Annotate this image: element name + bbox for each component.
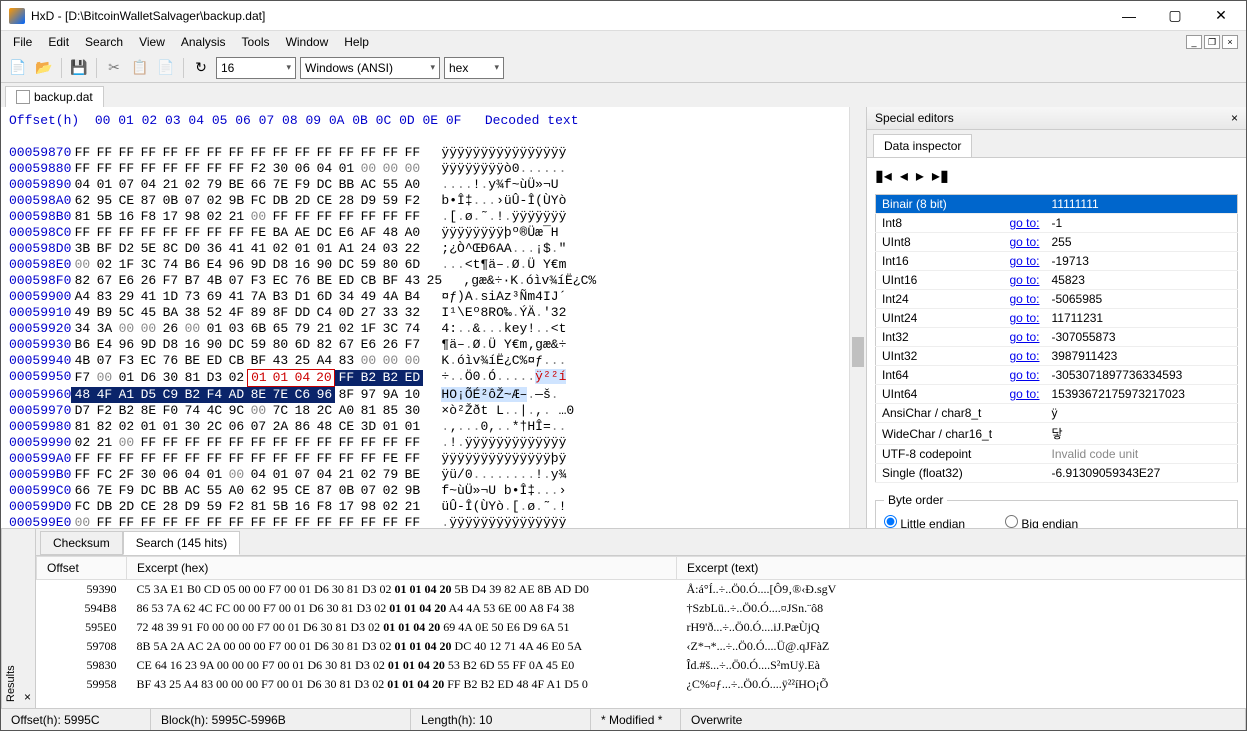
window-title: HxD - [D:\BitcoinWalletSalvager\backup.d… xyxy=(31,9,1106,23)
status-modified: * Modified * xyxy=(591,709,681,730)
menu-view[interactable]: View xyxy=(131,33,173,51)
status-offset: Offset(h): 5995C xyxy=(1,709,151,730)
bytes-per-row-combo[interactable]: 16▾ xyxy=(216,57,296,79)
byte-order-legend: Byte order xyxy=(884,493,947,507)
di-row[interactable]: WideChar / char16_t닿 xyxy=(876,423,1238,445)
titlebar: HxD - [D:\BitcoinWalletSalvager\backup.d… xyxy=(1,1,1246,31)
goto-link[interactable]: go to: xyxy=(1009,368,1039,382)
result-row[interactable]: 597088B 5A 2A AC 2A 00 00 00 F7 00 01 D6… xyxy=(37,637,1246,656)
menu-window[interactable]: Window xyxy=(278,33,337,51)
goto-link[interactable]: go to: xyxy=(1009,387,1039,401)
close-button[interactable]: ✕ xyxy=(1198,1,1244,31)
open-button[interactable]: 📂 xyxy=(33,57,55,79)
vertical-scrollbar[interactable] xyxy=(849,107,866,528)
byte-order-group: Byte order Little endian Big endian xyxy=(875,493,1238,528)
di-row[interactable]: AnsiChar / char8_tÿ xyxy=(876,404,1238,423)
menu-file[interactable]: File xyxy=(5,33,40,51)
file-tab[interactable]: backup.dat xyxy=(5,86,104,107)
cut-button[interactable]: ✂ xyxy=(103,57,125,79)
goto-link[interactable]: go to: xyxy=(1009,216,1039,230)
result-row[interactable]: 595E072 48 39 91 F0 00 00 00 F7 00 01 D6… xyxy=(37,618,1246,637)
file-icon xyxy=(16,90,30,104)
menu-search[interactable]: Search xyxy=(77,33,131,51)
goto-link[interactable]: go to: xyxy=(1009,330,1039,344)
tab-data-inspector[interactable]: Data inspector xyxy=(873,134,972,157)
menubar: FileEditSearchViewAnalysisToolsWindowHel… xyxy=(1,31,1246,53)
big-endian-radio[interactable]: Big endian xyxy=(1005,515,1078,528)
di-row[interactable]: UInt24go to:11711231 xyxy=(876,309,1238,328)
bottom-tab[interactable]: Checksum xyxy=(40,531,123,555)
save-button[interactable]: 💾 xyxy=(68,57,90,79)
result-row[interactable]: 59830CE 64 16 23 9A 00 00 00 F7 00 01 D6… xyxy=(37,656,1246,675)
result-row[interactable]: 594B886 53 7A 62 4C FC 00 00 F7 00 01 D6… xyxy=(37,599,1246,618)
menu-edit[interactable]: Edit xyxy=(40,33,77,51)
di-row[interactable]: Int32go to:-307055873 xyxy=(876,328,1238,347)
results-vertical-tab[interactable]: Results xyxy=(1,529,20,708)
goto-link[interactable]: go to: xyxy=(1009,292,1039,306)
di-row[interactable]: UInt32go to:3987911423 xyxy=(876,347,1238,366)
paste-button[interactable]: 📄 xyxy=(155,57,177,79)
di-row[interactable]: Int24go to:-5065985 xyxy=(876,290,1238,309)
di-row[interactable]: UInt16go to:45823 xyxy=(876,271,1238,290)
maximize-button[interactable]: ▢ xyxy=(1152,1,1198,31)
status-block: Block(h): 5995C-5996B xyxy=(151,709,411,730)
nav-first-icon[interactable]: ▮◂ xyxy=(875,166,892,186)
bottom-tab[interactable]: Search (145 hits) xyxy=(123,531,240,555)
hex-editor[interactable]: Offset(h) 00 01 02 03 04 05 06 07 08 09 … xyxy=(1,107,849,528)
nav-next-icon[interactable]: ▸ xyxy=(916,166,924,186)
mdi-restore-button[interactable]: ❐ xyxy=(1204,35,1220,49)
menu-tools[interactable]: Tools xyxy=(234,33,278,51)
goto-link[interactable]: go to: xyxy=(1009,311,1039,325)
mdi-close-button[interactable]: × xyxy=(1222,35,1238,49)
side-panel-title: Special editors xyxy=(875,111,954,125)
goto-link[interactable]: go to: xyxy=(1009,349,1039,363)
di-row[interactable]: UInt8go to:255 xyxy=(876,233,1238,252)
di-row[interactable]: Single (float32)-6.91309059343E27 xyxy=(876,464,1238,483)
base-combo[interactable]: hex▾ xyxy=(444,57,504,79)
charset-combo[interactable]: Windows (ANSI)▾ xyxy=(300,57,440,79)
di-row[interactable]: Int16go to:-19713 xyxy=(876,252,1238,271)
toolbar: 📄 📂 💾 ✂ 📋 📄 ↻ 16▾ Windows (ANSI)▾ hex▾ xyxy=(1,53,1246,83)
app-icon xyxy=(9,8,25,24)
di-row[interactable]: UInt64go to:15393672175973217023 xyxy=(876,385,1238,404)
di-row[interactable]: UTF-8 codepointInvalid code unit xyxy=(876,445,1238,464)
result-row[interactable]: 59390C5 3A E1 B0 CD 05 00 00 F7 00 01 D6… xyxy=(37,580,1246,600)
search-results-grid[interactable]: OffsetExcerpt (hex)Excerpt (text)59390C5… xyxy=(36,555,1246,708)
result-row[interactable]: 59958BF 43 25 A4 83 00 00 00 F7 00 01 D6… xyxy=(37,675,1246,694)
di-row[interactable]: Int8go to:-1 xyxy=(876,214,1238,233)
new-button[interactable]: 📄 xyxy=(7,57,29,79)
file-tabbar: backup.dat xyxy=(1,83,1246,107)
side-panel: Special editors × Data inspector ▮◂ ◂ ▸ … xyxy=(866,107,1246,528)
minimize-button[interactable]: — xyxy=(1106,1,1152,31)
statusbar: Offset(h): 5995C Block(h): 5995C-5996B L… xyxy=(1,708,1246,730)
goto-link[interactable]: go to: xyxy=(1009,273,1039,287)
side-panel-close-icon[interactable]: × xyxy=(1231,111,1238,125)
status-length: Length(h): 10 xyxy=(411,709,591,730)
menu-help[interactable]: Help xyxy=(336,33,377,51)
menu-analysis[interactable]: Analysis xyxy=(173,33,234,51)
goto-link[interactable]: go to: xyxy=(1009,235,1039,249)
copy-button[interactable]: 📋 xyxy=(129,57,151,79)
nav-last-icon[interactable]: ▸▮ xyxy=(932,166,949,186)
di-row[interactable]: Int64go to:-3053071897736334593 xyxy=(876,366,1238,385)
mdi-minimize-button[interactable]: _ xyxy=(1186,35,1202,49)
file-tab-label: backup.dat xyxy=(34,90,93,104)
goto-link[interactable]: go to: xyxy=(1009,254,1039,268)
nav-prev-icon[interactable]: ◂ xyxy=(900,166,908,186)
di-row[interactable]: Binair (8 bit)11111111 xyxy=(876,195,1238,214)
data-inspector-table[interactable]: Binair (8 bit)11111111Int8go to:-1UInt8g… xyxy=(875,194,1238,483)
little-endian-radio[interactable]: Little endian xyxy=(884,515,965,528)
results-close-icon[interactable]: × xyxy=(20,529,36,708)
status-mode: Overwrite xyxy=(681,709,1246,730)
refresh-button[interactable]: ↻ xyxy=(190,57,212,79)
